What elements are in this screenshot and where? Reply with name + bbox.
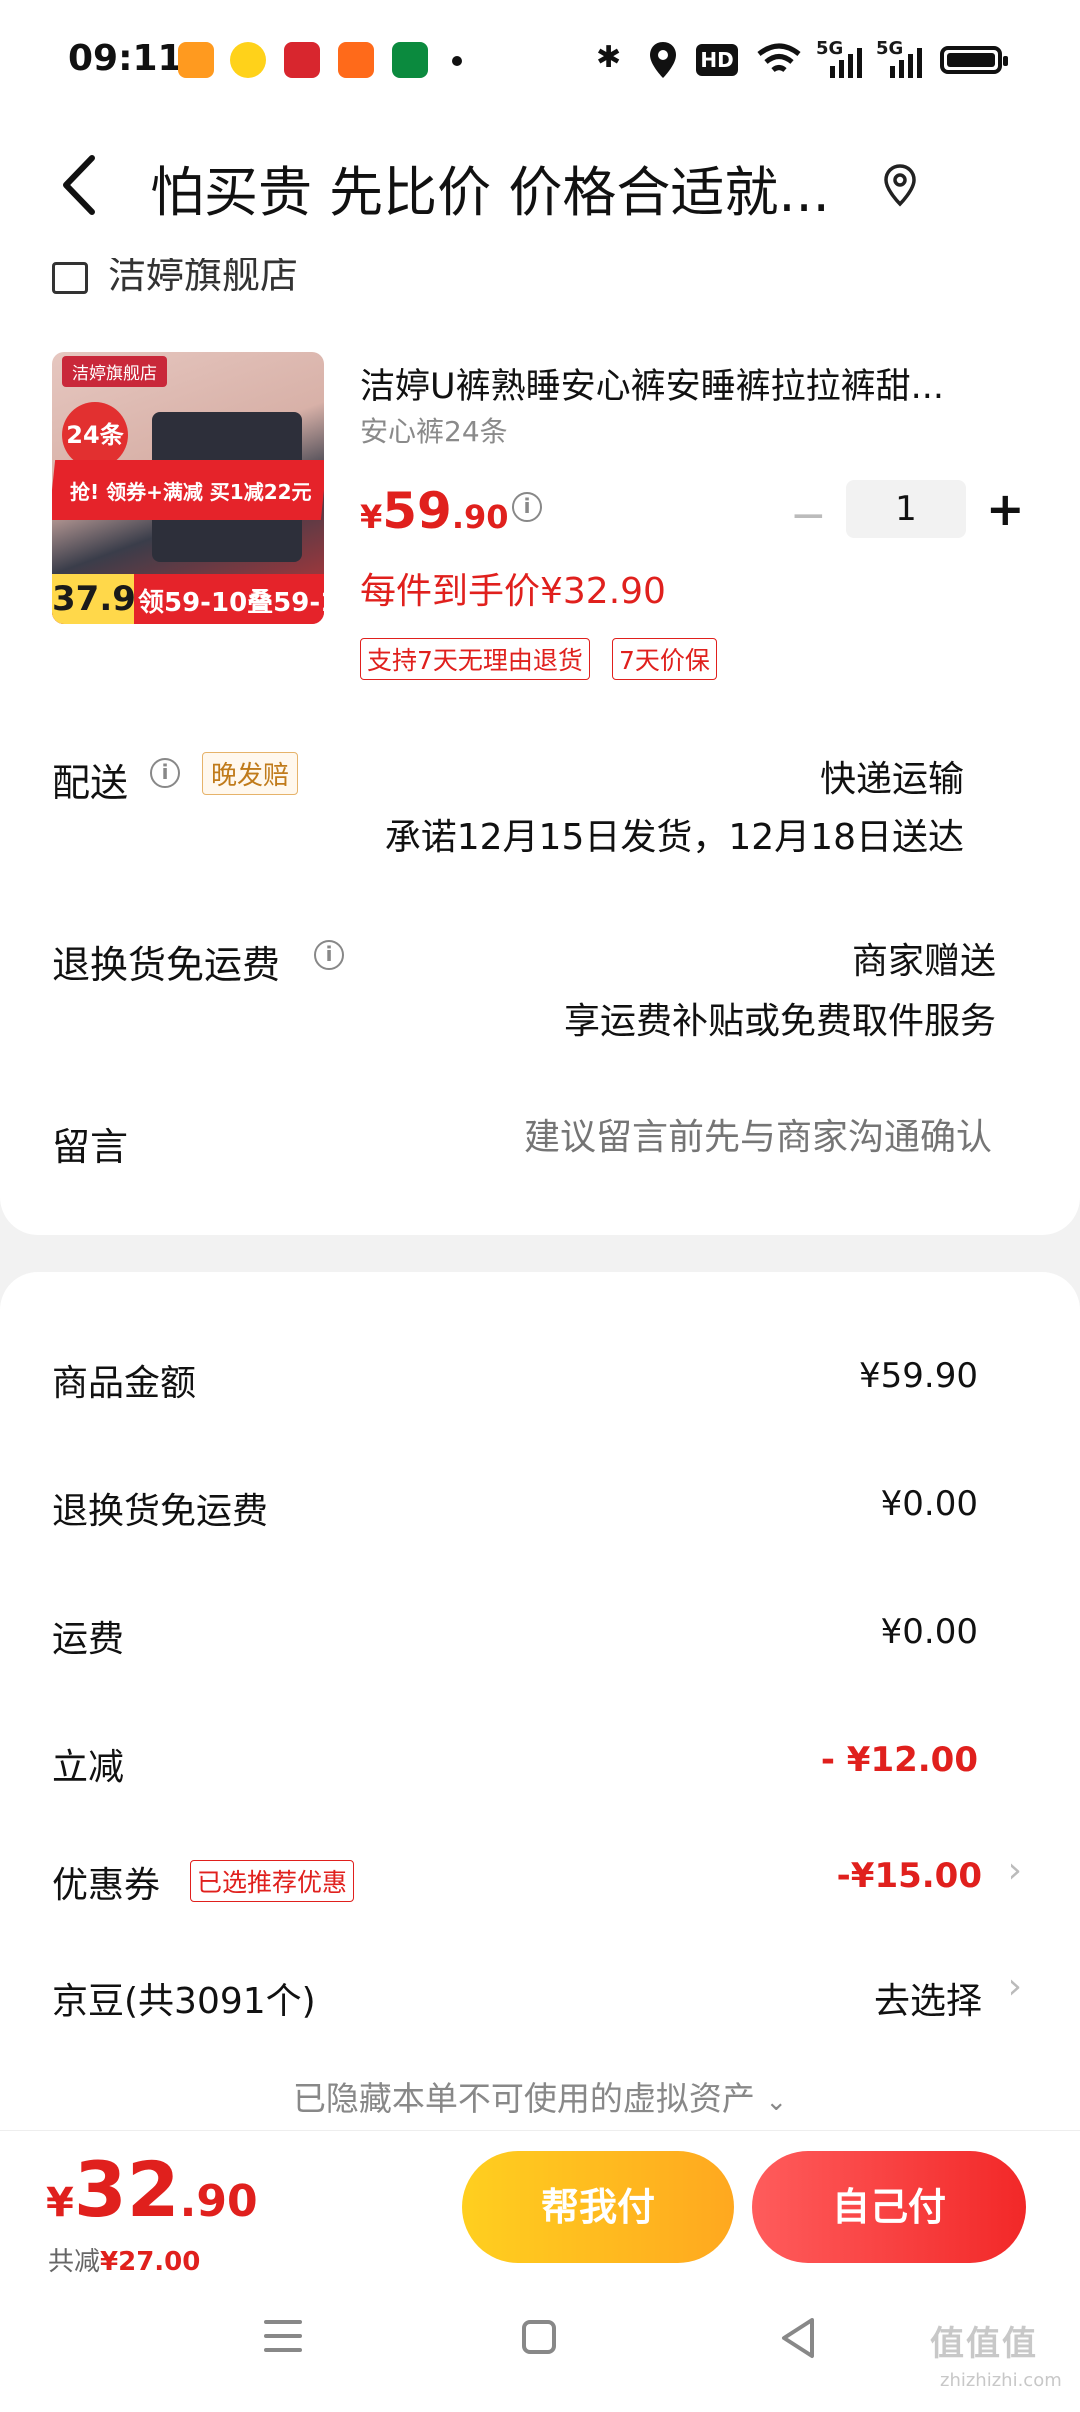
goods-amount-value: ¥59.90 <box>859 1356 978 1396</box>
location-pin-icon[interactable] <box>880 162 920 208</box>
product-price: ¥59.90 <box>360 482 509 540</box>
saved-value: ¥27.00 <box>100 2247 201 2277</box>
total-currency: ¥ <box>46 2180 74 2226</box>
price-info-icon[interactable]: i <box>512 492 542 522</box>
coupon-value[interactable]: -¥15.00 <box>837 1856 982 1896</box>
store-name: 洁婷旗舰店 <box>108 253 299 297</box>
checkout-bar: ¥32.90 共减¥27.00 帮我付 自己付 <box>0 2130 1080 2281</box>
product-image[interactable]: 洁婷旗舰店 24条 抢! 领券+满减 买1减22元 37.9 领59-10叠59… <box>52 352 324 624</box>
delivery-method[interactable]: 快递运输 <box>820 750 964 802</box>
chevron-down-icon: ⌄ <box>765 2087 788 2117</box>
note-input[interactable] <box>420 1116 994 1159</box>
more-notifications-dot-icon <box>452 56 462 66</box>
home-icon[interactable] <box>522 2320 556 2354</box>
back-chevron-icon[interactable] <box>52 150 112 220</box>
hidden-assets-toggle[interactable]: 已隐藏本单不可使用的虚拟资产 ⌄ <box>0 2072 1080 2120</box>
delivery-promise[interactable]: 承诺12月15日发货，12月18日送达 <box>385 808 964 860</box>
page-title: 怕买贵 先比价 价格合适就... <box>150 161 830 224</box>
app-notification-icon <box>284 42 320 78</box>
status-time: 09:11 <box>68 38 183 79</box>
battery-icon <box>940 46 1008 74</box>
coupon-chevron-right-icon[interactable]: › <box>1008 1850 1022 1891</box>
price-integer: 59 <box>382 482 452 540</box>
total-decimal: .90 <box>179 2176 258 2227</box>
app-notification-icon <box>178 42 214 78</box>
quantity-decrease-button[interactable]: − <box>790 490 827 541</box>
total-saved: 共减¥27.00 <box>48 2241 200 2278</box>
jd-beans-label[interactable]: 京豆(共3091个) <box>52 1972 316 2024</box>
product-image-price: 37.9 <box>52 574 136 624</box>
total-price: ¥32.90 <box>46 2145 258 2234</box>
store-icon <box>52 261 88 294</box>
watermark-logo: 值值值 <box>930 2324 1038 2364</box>
total-integer: 32 <box>73 2145 180 2234</box>
return-shipping-value: 商家赠送 <box>851 941 996 982</box>
product-spec[interactable]: 安心裤24条 <box>360 410 508 450</box>
wifi-icon <box>757 43 801 73</box>
return-policy-tag: 支持7天无理由退货 <box>360 638 590 680</box>
freight-label: 运费 <box>52 1619 125 1660</box>
return-shipping-desc: 享运费补贴或免费取件服务 <box>563 1001 996 1042</box>
hidden-assets-text: 已隐藏本单不可使用的虚拟资产 <box>292 2079 755 2118</box>
delivery-info-icon[interactable]: i <box>150 758 180 788</box>
instant-discount-value: - ¥12.00 <box>820 1740 978 1780</box>
quantity-input[interactable]: 1 <box>846 480 966 538</box>
jd-beans-value[interactable]: 去选择 <box>874 1972 982 2024</box>
status-bar: 09:11 ✱ HD 5G 5G <box>0 0 1080 120</box>
jd-beans-chevron-right-icon[interactable]: › <box>1008 1966 1022 2007</box>
goods-amount-label: 商品金额 <box>52 1363 197 1404</box>
price-currency: ¥ <box>360 498 383 536</box>
return-fee-label: 退换货免运费 <box>52 1491 269 1532</box>
recent-apps-icon[interactable] <box>264 2320 302 2362</box>
app-notification-icon <box>338 42 374 78</box>
saved-label: 共减 <box>48 2247 101 2277</box>
store-row[interactable]: 洁婷旗舰店 <box>52 253 299 299</box>
delivery-label: 配送 <box>52 761 129 805</box>
order-item-card: 洁婷旗舰店 洁婷旗舰店 24条 抢! 领券+满减 买1减22元 37.9 领59… <box>0 250 1080 1235</box>
freight-value: ¥0.00 <box>880 1612 978 1652</box>
note-label: 留言 <box>52 1125 129 1169</box>
return-shipping-info-icon[interactable]: i <box>314 940 344 970</box>
product-image-coupon: 领59-10叠59-12 <box>138 588 324 618</box>
page-header: 怕买贵 先比价 价格合适就... <box>0 120 1080 250</box>
location-status-icon <box>650 42 676 78</box>
pay-myself-button[interactable]: 自己付 <box>752 2151 1026 2263</box>
price-protect-tag: 7天价保 <box>612 638 717 680</box>
price-summary-card: 商品金额 ¥59.90 退换货免运费 ¥0.00 运费 ¥0.00 立减 - ¥… <box>0 1272 1080 2132</box>
instant-discount-label: 立减 <box>52 1747 125 1788</box>
late-compensation-tag: 晚发赔 <box>202 752 299 795</box>
app-notification-icon <box>230 42 266 78</box>
quantity-increase-button[interactable]: + <box>986 482 1025 536</box>
signal-1-icon: 5G <box>816 38 864 78</box>
nav-back-icon[interactable] <box>778 2316 818 2360</box>
product-image-banner: 抢! 领券+满减 买1减22元 <box>70 480 312 504</box>
signal-2-icon: 5G <box>876 38 924 78</box>
help-me-pay-button[interactable]: 帮我付 <box>462 2151 734 2263</box>
app-notification-icon <box>392 42 428 78</box>
product-image-badge: 洁婷旗舰店 <box>62 356 167 387</box>
bluetooth-icon: ✱ <box>596 40 622 75</box>
coupon-label[interactable]: 优惠券 <box>52 1856 160 1908</box>
unit-price: 每件到手价¥32.90 <box>360 571 666 612</box>
product-image-count: 24条 <box>62 402 128 468</box>
return-fee-value: ¥0.00 <box>880 1484 978 1524</box>
system-nav-bar: 值值值 zhizhizhi.com <box>0 2280 1080 2412</box>
price-decimal: .90 <box>451 498 509 536</box>
watermark-url: zhizhizhi.com <box>940 2370 1062 2391</box>
hd-voice-icon: HD <box>696 44 738 76</box>
return-shipping-label: 退换货免运费 <box>52 943 281 987</box>
product-name[interactable]: 洁婷U裤熟睡安心裤安睡裤拉拉裤甜... <box>360 358 1000 409</box>
coupon-recommended-tag: 已选推荐优惠 <box>190 1860 355 1902</box>
